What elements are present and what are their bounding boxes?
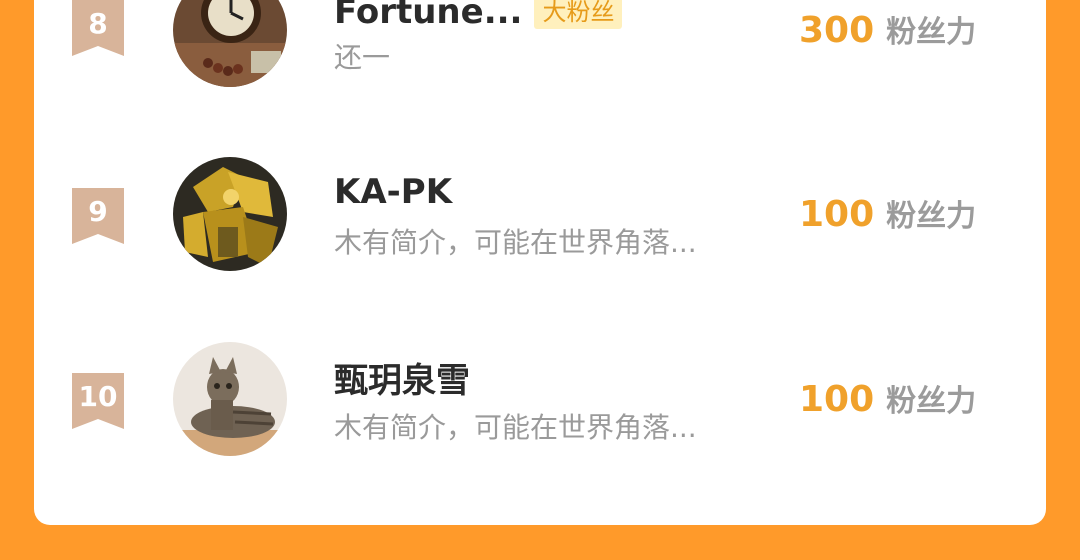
fan-level-badge: 大粉丝 (534, 0, 623, 29)
rank-number: 8 (88, 7, 108, 40)
score-unit: 粉丝力 (886, 384, 977, 419)
avatar[interactable] (173, 0, 287, 87)
name-line: 甄玥泉雪 (334, 353, 470, 401)
fan-power-score: 100 粉丝力 (799, 376, 976, 420)
ranking-row[interactable]: 8 Fortune... 大粉丝 还一 300 粉丝力 (34, 0, 1046, 90)
robot-avatar-image (173, 157, 287, 271)
rank-badge: 10 (72, 373, 124, 429)
user-name[interactable]: 甄玥泉雪 (334, 353, 470, 402)
cat-avatar-image (173, 342, 287, 456)
user-bio: 木有简介，可能在世界角落... (334, 411, 697, 444)
fan-power-score: 100 粉丝力 (799, 191, 976, 235)
ranking-row[interactable]: 9 KA-PK 木有简介，可能在世界角落... 100 粉丝力 (34, 145, 1046, 275)
rank-badge: 9 (72, 188, 124, 244)
clock-avatar-image (173, 0, 287, 87)
ranking-card: 8 Fortune... 大粉丝 还一 300 粉丝力 9 KA-PK 木有简介… (34, 0, 1046, 525)
user-bio: 还一 (334, 41, 391, 74)
user-name[interactable]: KA-PK (334, 172, 452, 212)
user-bio: 木有简介，可能在世界角落... (334, 226, 697, 259)
rank-number: 9 (88, 195, 108, 228)
ranking-row[interactable]: 10 甄玥泉雪 木有简介，可能在世界角落... 100 粉丝力 (34, 330, 1046, 460)
score-value: 300 (799, 10, 875, 51)
score-unit: 粉丝力 (886, 15, 977, 50)
name-line: KA-PK (334, 168, 452, 216)
score-value: 100 (799, 379, 875, 420)
user-name[interactable]: Fortune... (334, 0, 522, 32)
score-value: 100 (799, 194, 875, 235)
avatar[interactable] (173, 157, 287, 271)
fan-power-score: 300 粉丝力 (799, 7, 976, 51)
name-line: Fortune... 大粉丝 (334, 0, 623, 36)
rank-number: 10 (78, 380, 118, 413)
avatar[interactable] (173, 342, 287, 456)
rank-badge: 8 (72, 0, 124, 56)
score-unit: 粉丝力 (886, 199, 977, 234)
